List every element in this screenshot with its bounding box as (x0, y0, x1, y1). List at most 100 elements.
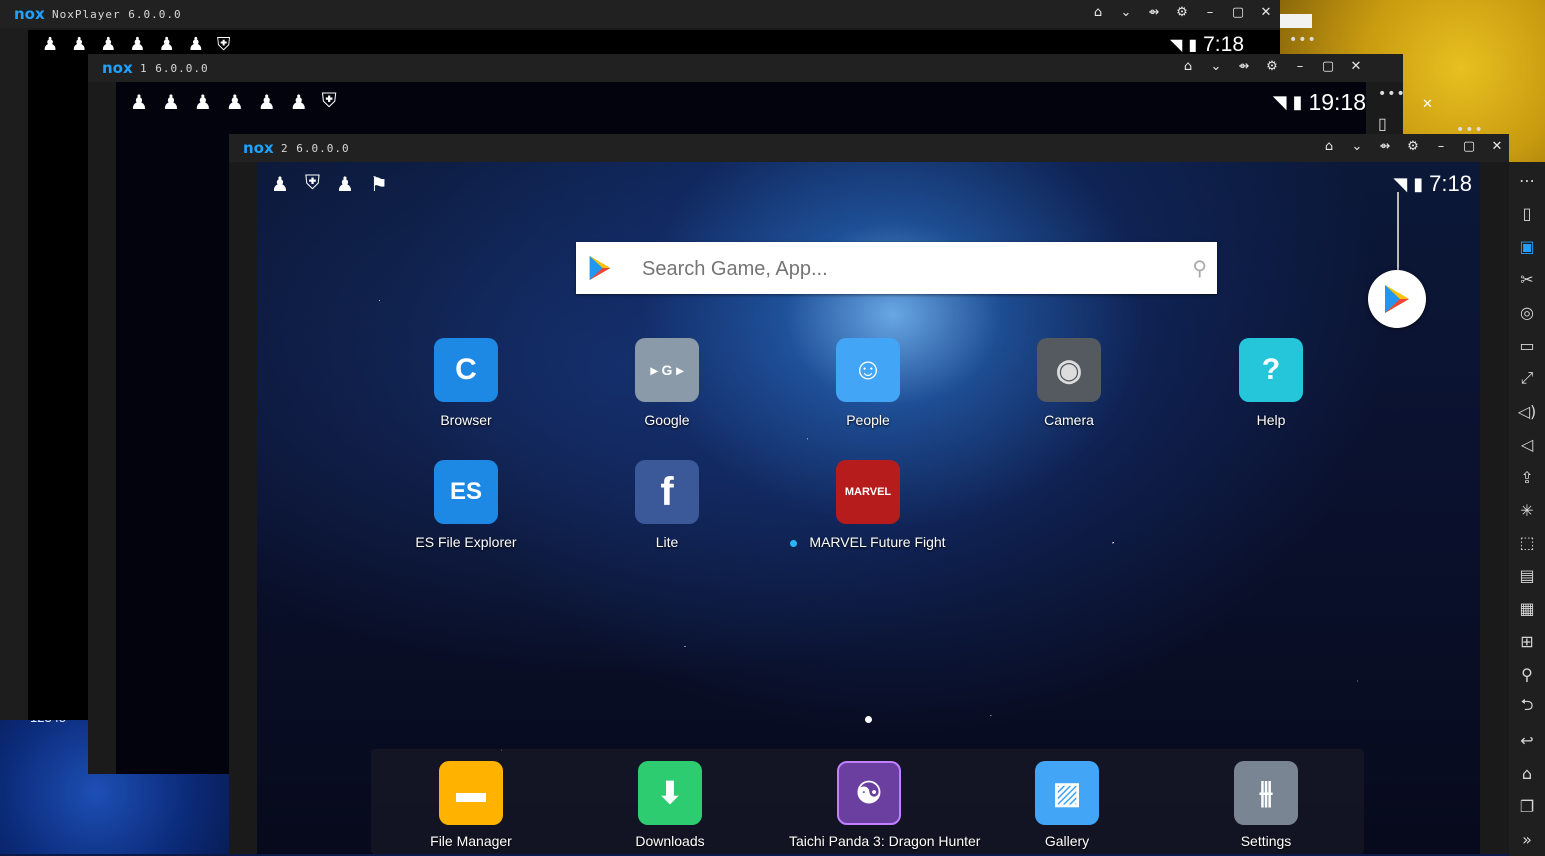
taichi-panda-icon: ☯ (837, 761, 901, 825)
link-icon[interactable]: ⚲ (1509, 658, 1545, 691)
keyhole-icon: ♟ (100, 34, 117, 54)
keyhole-icon: ♟ (161, 92, 180, 114)
keyboard-icon[interactable]: ▭ (1509, 329, 1545, 362)
scissors-icon[interactable]: ✂ (1509, 263, 1545, 296)
shake-icon[interactable]: ▯ (1509, 197, 1545, 230)
maximize-icon[interactable]: ▢ (1461, 139, 1477, 154)
close-icon[interactable]: ✕ (1489, 139, 1505, 154)
shield-icon: ⛨ (321, 90, 337, 112)
clock: 7:18 (1429, 171, 1472, 196)
multi-instance-icon[interactable]: ▦ (1509, 592, 1545, 625)
floating-button-handle (1397, 192, 1399, 270)
chevron-down-icon[interactable]: ⌄ (1349, 139, 1365, 154)
maximize-icon[interactable]: ▢ (1230, 5, 1246, 20)
people-icon: ☺ (836, 338, 900, 402)
titlebar[interactable]: nox 2 6.0.0.0 ⌂ ⌄ ⇴ ⚙ – ▢ ✕ (229, 134, 1509, 162)
close-icon[interactable]: ✕ (1348, 59, 1364, 74)
home-icon[interactable]: ⌂ (1090, 5, 1106, 20)
marvel-icon: MARVEL (836, 460, 900, 524)
download-icon: ⬇ (638, 761, 702, 825)
keyhole-icon: ♟ (257, 92, 276, 114)
recent-apps-icon[interactable]: ❐ (1509, 790, 1545, 823)
location-icon[interactable]: ◎ (1509, 296, 1545, 329)
maximize-icon[interactable]: ▢ (1320, 59, 1336, 74)
settings-icon: ⫵ (1234, 761, 1298, 825)
desktop-strip (1280, 14, 1312, 28)
app-facebook-lite[interactable]: f Lite (587, 460, 747, 550)
keyhole-icon: ♟ (42, 34, 59, 54)
search-icon[interactable]: ⚲ (1192, 256, 1207, 281)
app-help[interactable]: ? Help (1191, 338, 1351, 428)
robot-icon[interactable]: ▣ (1509, 230, 1545, 263)
macro-icon[interactable]: ⊞ (1509, 625, 1545, 658)
back-icon[interactable]: ↩ (1509, 724, 1545, 757)
home-icon[interactable]: ⌂ (1321, 139, 1337, 154)
shield-icon: ⛨ (304, 172, 320, 194)
rotate-icon[interactable]: ⮌ (1509, 691, 1545, 724)
check-flag-icon: ⚑ (369, 174, 388, 196)
gallery-icon: ▨ (1035, 761, 1099, 825)
screenshot-icon[interactable]: ⬚ (1509, 526, 1545, 559)
app-es-file-explorer[interactable]: ES ES File Explorer (386, 460, 546, 550)
app-google[interactable]: ▸ G ▸ Google (587, 338, 747, 428)
dock-taichi-panda[interactable]: ☯ Taichi Panda 3: Dragon Hunter (789, 761, 980, 849)
app-people[interactable]: ☺ People (788, 338, 948, 428)
tool-sidebar: ⋯ ▯ ▣ ✂ ◎ ▭ ⤢ ◁) ◁ ⇪ ✳ ⬚ ▤ ▦ ⊞ ⚲ ⮌ ↩ ⌂ ❐… (1509, 162, 1545, 856)
keyhole-icon: ♟ (129, 34, 146, 54)
window-title: 2 6.0.0.0 (281, 142, 350, 155)
facebook-icon: f (635, 460, 699, 524)
keyhole-icon: ♟ (271, 174, 289, 196)
pin-icon[interactable]: ⇴ (1236, 59, 1252, 74)
home-icon[interactable]: ⌂ (1180, 59, 1196, 74)
new-app-dot (790, 539, 798, 547)
expand-icon[interactable]: » (1509, 823, 1545, 856)
fullscreen-icon[interactable]: ⤢ (1509, 362, 1545, 395)
close-icon[interactable]: ✕ (1258, 5, 1274, 20)
app-camera[interactable]: ◉ Camera (989, 338, 1149, 428)
play-store-icon (589, 256, 611, 280)
keyhole-icon: ♟ (158, 34, 175, 54)
wifi-icon: ◥ (1170, 37, 1183, 54)
floating-play-store-button[interactable] (1368, 270, 1426, 328)
volume-up-icon[interactable]: ◁) (1509, 395, 1545, 428)
app-browser[interactable]: C Browser (386, 338, 546, 428)
minimize-icon[interactable]: – (1202, 5, 1218, 20)
pin-icon[interactable]: ⇴ (1377, 139, 1393, 154)
minimize-icon[interactable]: – (1433, 139, 1449, 154)
window-title: 1 6.0.0.0 (140, 62, 209, 75)
chevron-down-icon[interactable]: ⌄ (1118, 5, 1134, 20)
loading-icon[interactable]: ✳ (1509, 494, 1545, 527)
search-input[interactable] (640, 254, 1164, 284)
gear-icon[interactable]: ⚙ (1174, 5, 1190, 20)
emulator-window-2[interactable]: nox 2 6.0.0.0 ⌂ ⌄ ⇴ ⚙ – ▢ ✕ ♟ ⛨ ♟ ⚑ ◥ ▮ … (229, 134, 1509, 854)
battery-icon: ▮ (1413, 173, 1424, 194)
dock-settings[interactable]: ⫵ Settings (1186, 761, 1346, 849)
dock-downloads[interactable]: ⬇ Downloads (590, 761, 750, 849)
home-nav-icon[interactable]: ⌂ (1509, 757, 1545, 790)
titlebar[interactable]: nox NoxPlayer 6.0.0.0 ⌂ ⌄ ⇴ ⚙ – ▢ ✕ (0, 0, 1280, 28)
video-record-icon[interactable]: ▤ (1509, 559, 1545, 592)
search-bar[interactable]: ⚲ (576, 242, 1217, 294)
pin-icon[interactable]: ⇴ (1146, 5, 1162, 20)
gear-icon[interactable]: ⚙ (1405, 139, 1421, 154)
android-home-screen[interactable]: ♟ ⛨ ♟ ⚑ ◥ ▮ 7:18 Search Game, App... ⚲ C… (257, 162, 1480, 854)
more-icon[interactable]: ••• (1378, 86, 1406, 102)
chevron-down-icon[interactable]: ⌄ (1208, 59, 1224, 74)
titlebar[interactable]: nox 1 6.0.0.0 ⌂ ⌄ ⇴ ⚙ – ▢ ✕ (88, 54, 1403, 82)
close-icon[interactable]: ✕ (1422, 96, 1433, 112)
help-icon: ? (1239, 338, 1303, 402)
minimize-icon[interactable]: – (1292, 59, 1308, 74)
more-icon[interactable]: ••• (1289, 32, 1317, 48)
shake-icon[interactable]: ▯ (1378, 114, 1387, 134)
app-marvel-future-fight[interactable]: MARVEL MARVEL Future Fight (788, 460, 948, 550)
nox-logo: nox (243, 139, 274, 157)
battery-icon: ▮ (1188, 37, 1198, 54)
dock-file-manager[interactable]: ▬ File Manager (391, 761, 551, 849)
gear-icon[interactable]: ⚙ (1264, 59, 1280, 74)
es-file-explorer-icon: ES (434, 460, 498, 524)
keyhole-icon: ♟ (335, 174, 354, 196)
more-icon[interactable]: ⋯ (1509, 164, 1545, 197)
apk-install-icon[interactable]: ⇪ (1509, 461, 1545, 494)
volume-down-icon[interactable]: ◁ (1509, 428, 1545, 461)
dock-gallery[interactable]: ▨ Gallery (987, 761, 1147, 849)
